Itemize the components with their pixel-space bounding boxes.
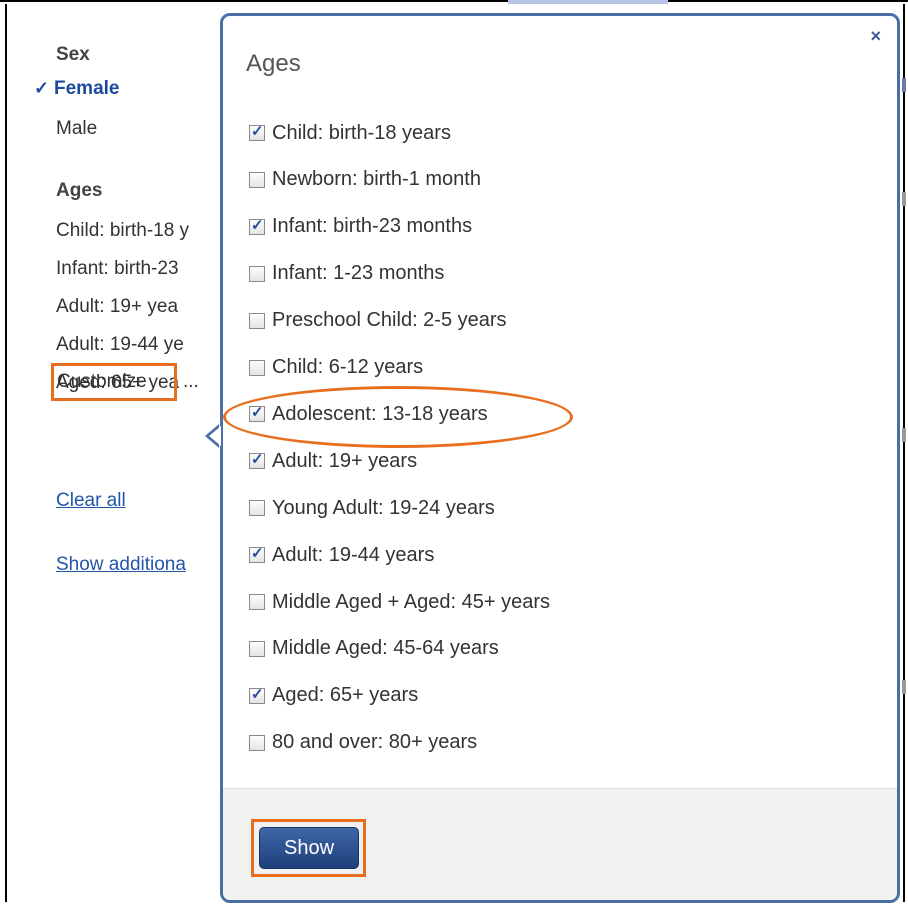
sex-female-filter[interactable]: ✓ Female	[34, 78, 119, 100]
popover-pointer-inner	[209, 426, 221, 446]
age-option[interactable]: 80 and over: 80+ years	[249, 730, 477, 756]
age-option-label: Aged: 65+ years	[272, 684, 419, 707]
age-option[interactable]: Young Adult: 19-24 years	[249, 495, 495, 521]
customize-link[interactable]: Customize	[57, 371, 147, 393]
age-option[interactable]: Infant: birth-23 months	[249, 214, 472, 240]
age-option-label: Adult: 19-44 years	[272, 543, 435, 566]
age-option-label: Newborn: birth-1 month	[272, 168, 481, 191]
sex-female-label: Female	[54, 78, 120, 99]
popover-title: Ages	[246, 50, 301, 77]
age-option-label: Preschool Child: 2-5 years	[272, 309, 507, 332]
checkbox-unchecked-icon[interactable]	[249, 640, 265, 657]
checkbox-unchecked-icon[interactable]	[249, 734, 265, 751]
sex-male-filter[interactable]: Male	[56, 118, 97, 140]
ages-heading: Ages	[56, 180, 103, 201]
top-border	[0, 0, 908, 2]
age-option[interactable]: Preschool Child: 2-5 years	[249, 308, 507, 334]
age-option[interactable]: Middle Aged + Aged: 45+ years	[249, 589, 550, 615]
age-option-label: Child: birth-18 years	[272, 121, 451, 144]
age-option-label: Infant: birth-23 months	[272, 215, 473, 238]
page-edge-mark	[902, 428, 906, 442]
page-edge-mark	[902, 192, 906, 206]
show-additional-filters-link[interactable]: Show additiona	[56, 554, 186, 576]
checkbox-unchecked-icon[interactable]	[249, 265, 265, 282]
page-edge-mark	[902, 78, 906, 92]
age-option-label: Middle Aged + Aged: 45+ years	[272, 590, 550, 613]
sex-heading: Sex	[56, 44, 90, 65]
adolescent-highlight	[223, 386, 573, 448]
checkbox-checked-icon[interactable]	[249, 685, 265, 704]
age-option[interactable]: Adult: 19+ years	[249, 448, 417, 474]
age-filter-infant[interactable]: Infant: birth-23	[56, 258, 179, 280]
checkbox-unchecked-icon[interactable]	[249, 312, 265, 329]
age-option-label: Infant: 1-23 months	[272, 262, 445, 285]
age-option-label: Child: 6-12 years	[272, 356, 424, 378]
age-option-label: Middle Aged: 45-64 years	[272, 637, 499, 660]
age-option[interactable]: Infant: 1-23 months	[249, 261, 444, 287]
checkbox-checked-icon[interactable]	[249, 544, 265, 564]
age-option[interactable]: Middle Aged: 45-64 years	[249, 636, 499, 662]
clear-all-link[interactable]: Clear all	[56, 490, 126, 512]
age-filter-adult-19plus[interactable]: Adult: 19+ yea	[56, 296, 178, 318]
checkmark-icon: ✓	[34, 78, 50, 98]
checkbox-unchecked-icon[interactable]	[249, 500, 265, 517]
show-button[interactable]: Show	[259, 827, 359, 869]
age-option-label: Young Adult: 19-24 years	[272, 496, 495, 519]
age-filter-adult-19-44[interactable]: Adult: 19-44 ye	[56, 334, 184, 356]
checkbox-unchecked-icon[interactable]	[249, 171, 265, 188]
age-option-label: Adult: 19+ years	[272, 449, 418, 472]
ages-popover: × Ages Child: birth-18 years Newborn: bir…	[220, 13, 900, 903]
age-option-label: 80 and over: 80+ years	[272, 731, 478, 754]
checkbox-checked-icon[interactable]	[249, 216, 265, 235]
page-edge-mark	[902, 680, 906, 694]
checkbox-checked-icon[interactable]	[249, 450, 265, 470]
age-option[interactable]: Newborn: birth-1 month	[249, 167, 481, 193]
customize-ellipsis: ...	[183, 371, 199, 392]
close-icon[interactable]: ×	[870, 26, 881, 47]
age-filter-child[interactable]: Child: birth-18 y	[56, 220, 189, 242]
age-option[interactable]: Aged: 65+ years	[249, 683, 418, 709]
age-option[interactable]: Child: birth-18 years	[249, 120, 451, 146]
age-option[interactable]: Adult: 19-44 years	[249, 542, 434, 568]
checkbox-checked-icon[interactable]	[249, 122, 265, 141]
checkbox-unchecked-icon[interactable]	[249, 359, 265, 376]
age-option[interactable]: Child: 6-12 years	[249, 355, 423, 381]
checkbox-unchecked-icon[interactable]	[249, 594, 265, 610]
